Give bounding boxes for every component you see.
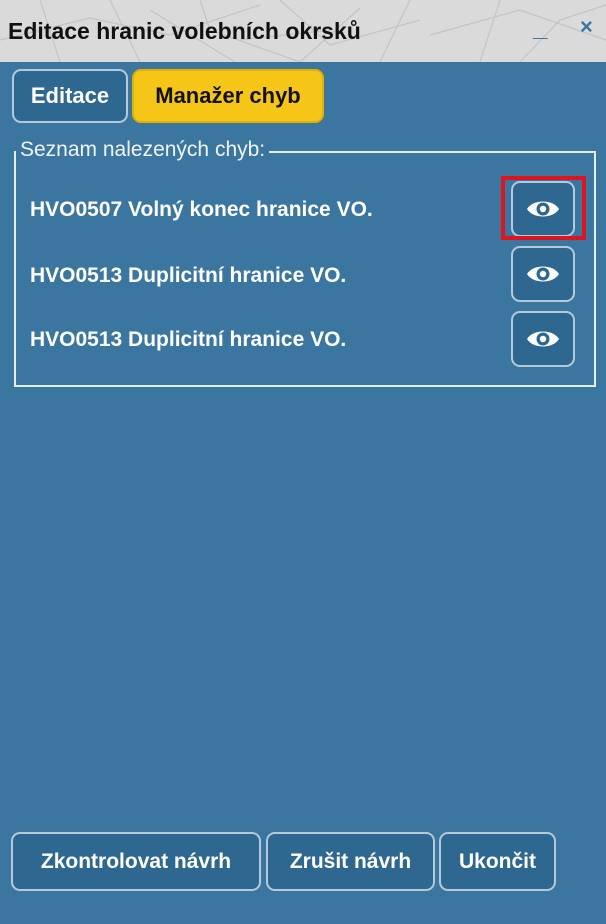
window-title: Editace hranic volebních okrsků — [8, 18, 361, 44]
error-list-legend: Seznam nalezených chyb: — [16, 138, 270, 162]
show-error-button[interactable] — [511, 246, 575, 302]
tab-editace[interactable]: Editace — [12, 69, 128, 123]
error-item-label: HVO0513 Duplicitní hranice VO. — [30, 328, 347, 351]
eye-icon — [527, 331, 559, 347]
close-button[interactable]: × — [580, 14, 593, 40]
minimize-button[interactable]: _ — [533, 12, 547, 43]
tab-error-manager[interactable]: Manažer chyb — [132, 69, 324, 123]
error-item-label: HVO0513 Duplicitní hranice VO. — [30, 264, 347, 287]
eye-icon — [527, 266, 559, 282]
cancel-proposal-button[interactable]: Zrušit návrh — [266, 832, 435, 891]
title-bar: Editace hranic volebních okrsků _ × — [0, 0, 606, 62]
show-error-button[interactable] — [511, 311, 575, 367]
exit-button[interactable]: Ukončit — [439, 832, 556, 891]
check-proposal-button[interactable]: Zkontrolovat návrh — [11, 832, 261, 891]
error-item-label: HVO0507 Volný konec hranice VO. — [30, 198, 373, 221]
highlight-box — [501, 176, 586, 240]
